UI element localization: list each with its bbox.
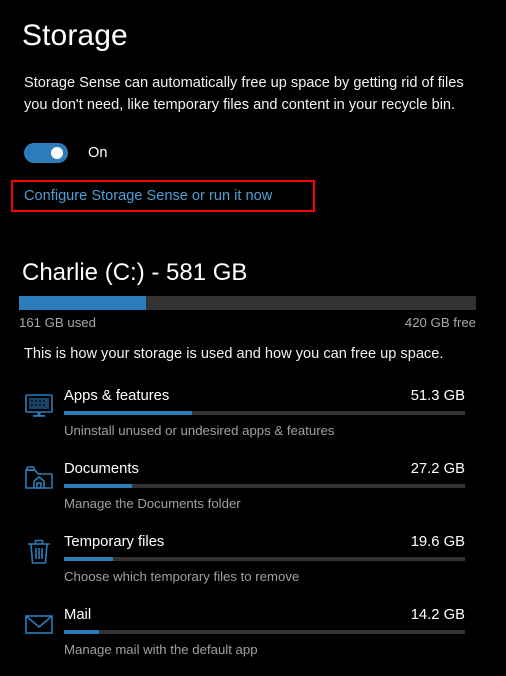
- storage-sense-toggle[interactable]: [24, 143, 68, 163]
- page-title: Storage: [22, 19, 128, 52]
- category-usage-bar-fill: [64, 411, 192, 415]
- monitor-apps-icon: [23, 389, 55, 421]
- storage-sense-toggle-row: On: [24, 143, 107, 163]
- configure-storage-sense-link[interactable]: Configure Storage Sense or run it now: [24, 186, 272, 206]
- category-name: Documents: [64, 461, 139, 477]
- drive-usage-bar: [19, 296, 476, 310]
- category-usage-bar: [64, 630, 465, 634]
- drive-free-label: 420 GB free: [404, 315, 476, 330]
- storage-category-item[interactable]: Documents 27.2 GB Manage the Documents fol…: [0, 456, 506, 529]
- drive-usage-legend: 161 GB used 420 GB free: [19, 314, 476, 332]
- category-usage-bar: [64, 411, 465, 415]
- category-size: 27.2 GB: [410, 461, 465, 477]
- drive-title: Charlie (C:) - 581 GB: [22, 259, 248, 286]
- category-usage-bar-fill: [64, 630, 100, 634]
- toggle-state-label: On: [88, 145, 108, 161]
- storage-category-list: Apps & features 51.3 GB Uninstall unused o…: [0, 383, 506, 675]
- category-name: Apps & features: [64, 388, 170, 404]
- category-size: 19.6 GB: [410, 534, 465, 550]
- drive-usage-bar-fill: [19, 296, 146, 310]
- documents-folder-icon: [23, 462, 55, 494]
- storage-category-item[interactable]: Temporary files 19.6 GB Choose which tempo…: [0, 529, 506, 602]
- category-name: Temporary files: [64, 534, 165, 550]
- category-description: Manage mail with the default app: [64, 642, 258, 657]
- category-size: 14.2 GB: [410, 607, 465, 623]
- category-usage-bar: [64, 484, 465, 488]
- drive-used-label: 161 GB used: [19, 315, 96, 330]
- category-description: Uninstall unused or undesired apps & fea…: [64, 423, 335, 438]
- storage-category-item[interactable]: Mail 14.2 GB Manage mail with the default …: [0, 602, 506, 675]
- storage-category-item[interactable]: Apps & features 51.3 GB Uninstall unused o…: [0, 383, 506, 456]
- storage-settings-page: Storage Storage Sense can automatically …: [0, 0, 506, 676]
- category-description: Choose which temporary files to remove: [64, 569, 300, 584]
- trash-icon: [23, 535, 55, 567]
- mail-envelope-icon: [23, 608, 55, 640]
- category-usage-bar: [64, 557, 465, 561]
- toggle-knob: [51, 147, 63, 159]
- storage-sense-description: Storage Sense can automatically free up …: [24, 75, 464, 113]
- drive-usage-subtitle: This is how your storage is used and how…: [24, 346, 444, 362]
- category-usage-bar-fill: [64, 557, 113, 561]
- category-size: 51.3 GB: [410, 388, 465, 404]
- category-usage-bar-fill: [64, 484, 132, 488]
- category-name: Mail: [64, 607, 92, 623]
- category-description: Manage the Documents folder: [64, 496, 241, 511]
